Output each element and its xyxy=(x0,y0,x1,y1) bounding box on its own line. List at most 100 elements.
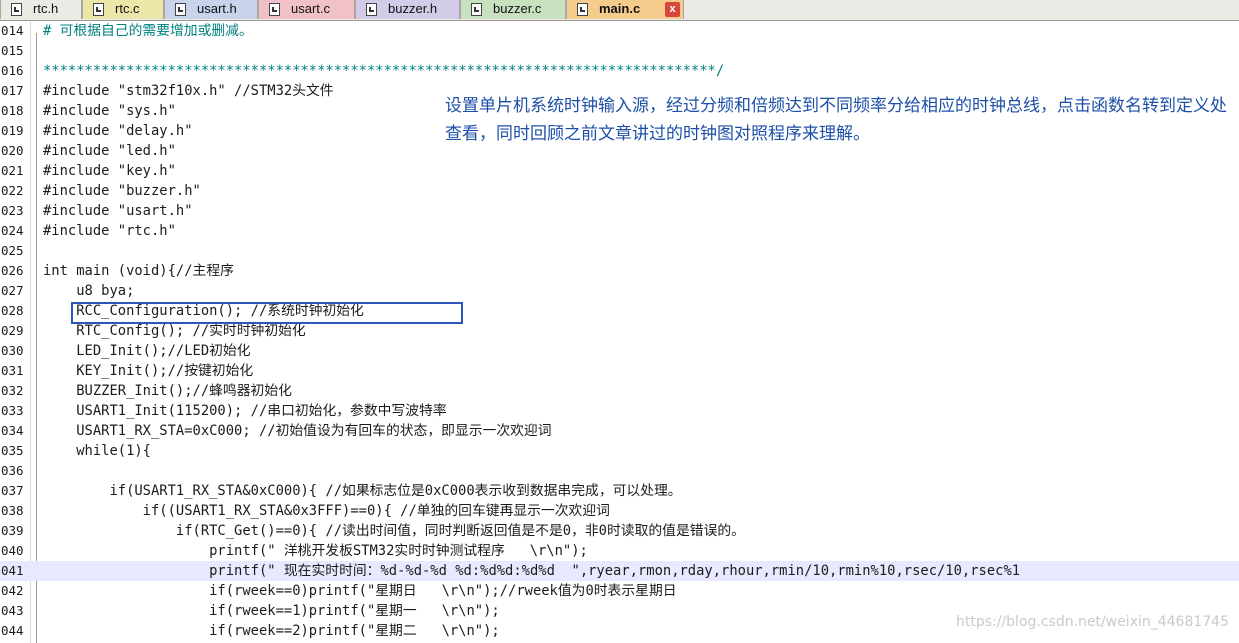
code-text: while(1){ xyxy=(43,443,151,459)
code-line[interactable]: 027 u8 bya; xyxy=(0,281,1239,301)
code-line[interactable]: 037 if(USART1_RX_STA&0xC000){ //如果标志位是0x… xyxy=(0,481,1239,501)
code-text: RTC_Config(); //实时时钟初始化 xyxy=(43,323,306,339)
tab-rtc-c[interactable]: rtc.c xyxy=(82,0,164,19)
file-icon xyxy=(269,3,280,16)
code-text: if((USART1_RX_STA&0x3FFF)==0){ //单独的回车键再… xyxy=(43,503,610,519)
file-icon xyxy=(93,3,104,16)
code-line[interactable]: 036 xyxy=(0,461,1239,481)
tab-label: rtc.h xyxy=(33,1,59,16)
line-number: 033 xyxy=(1,403,24,418)
line-number: 044 xyxy=(1,623,24,638)
line-number: 031 xyxy=(1,363,24,378)
code-text: LED_Init();//LED初始化 xyxy=(43,343,251,359)
code-text: if(rweek==1)printf("星期一 \r\n"); xyxy=(43,603,500,619)
watermark: https://blog.csdn.net/weixin_44681745 xyxy=(955,614,1229,630)
line-number: 028 xyxy=(1,303,24,318)
code-line[interactable]: 015 xyxy=(0,41,1239,61)
code-text: USART1_RX_STA=0xC000; //初始值设为有回车的状态，即显示一… xyxy=(43,423,552,439)
file-icon xyxy=(366,3,377,16)
code-text: ****************************************… xyxy=(43,63,725,79)
code-line[interactable]: 039 if(RTC_Get()==0){ //读出时间值，同时判断返回值是不是… xyxy=(0,521,1239,541)
tab-main-c[interactable]: main.c x xyxy=(566,0,684,19)
line-number: 040 xyxy=(1,543,24,558)
code-line[interactable]: 016 *************************************… xyxy=(0,61,1239,81)
line-number: 035 xyxy=(1,443,24,458)
code-line[interactable]: 030 LED_Init();//LED初始化 xyxy=(0,341,1239,361)
line-number: 016 xyxy=(1,63,24,78)
tab-label: buzzer.h xyxy=(388,1,438,16)
tab-label: buzzer.c xyxy=(493,1,542,16)
code-line[interactable]: 032 BUZZER_Init();//蜂鸣器初始化 xyxy=(0,381,1239,401)
line-number: 036 xyxy=(1,463,24,478)
tab-usart-c[interactable]: usart.c xyxy=(258,0,355,19)
code-line[interactable]: 024 #include "rtc.h" xyxy=(0,221,1239,241)
code-line[interactable]: 022 #include "buzzer.h" xyxy=(0,181,1239,201)
line-number: 030 xyxy=(1,343,24,358)
code-line[interactable]: 029 RTC_Config(); //实时时钟初始化 xyxy=(0,321,1239,341)
line-number: 025 xyxy=(1,243,24,258)
code-text: #include "buzzer.h" xyxy=(43,183,201,199)
line-number: 014 xyxy=(1,23,24,38)
line-number: 022 xyxy=(1,183,24,198)
code-line[interactable]: 031 KEY_Init();//按键初始化 xyxy=(0,361,1239,381)
code-line[interactable]: 040 printf(" 洋桃开发板STM32实时时钟测试程序 \r\n"); xyxy=(0,541,1239,561)
code-text: #include "usart.h" xyxy=(43,203,193,219)
tab-buzzer-h[interactable]: buzzer.h xyxy=(355,0,460,19)
tab-label: usart.h xyxy=(197,1,237,16)
code-text: #include "delay.h" xyxy=(43,123,193,139)
tab-usart-h[interactable]: usart.h xyxy=(164,0,258,19)
code-text: BUZZER_Init();//蜂鸣器初始化 xyxy=(43,383,292,399)
line-number: 038 xyxy=(1,503,24,518)
tab-label: usart.c xyxy=(291,1,331,16)
line-number: 024 xyxy=(1,223,24,238)
code-text: printf(" 洋桃开发板STM32实时时钟测试程序 \r\n"); xyxy=(43,543,588,559)
code-text: #include "sys.h" xyxy=(43,103,176,119)
line-number: 029 xyxy=(1,323,24,338)
code-line[interactable]: 014 # 可根据自己的需要增加或删减。 xyxy=(0,21,1239,41)
line-number: 043 xyxy=(1,603,24,618)
code-line[interactable]: 038 if((USART1_RX_STA&0x3FFF)==0){ //单独的… xyxy=(0,501,1239,521)
line-number: 020 xyxy=(1,143,24,158)
code-text: if(USART1_RX_STA&0xC000){ //如果标志位是0xC000… xyxy=(43,483,682,499)
code-line[interactable]: 023 #include "usart.h" xyxy=(0,201,1239,221)
line-number: 039 xyxy=(1,523,24,538)
code-text: # 可根据自己的需要增加或删减。 xyxy=(43,23,253,39)
code-line[interactable]: 033 USART1_Init(115200); //串口初始化，参数中写波特率 xyxy=(0,401,1239,421)
code-text: int main (void){//主程序 xyxy=(43,263,234,279)
tab-buzzer-c[interactable]: buzzer.c xyxy=(460,0,566,19)
line-number: 034 xyxy=(1,423,24,438)
code-text: KEY_Init();//按键初始化 xyxy=(43,363,254,379)
code-text: #include "stm32f10x.h" //STM32头文件 xyxy=(43,83,334,99)
tab-label: main.c xyxy=(599,1,641,16)
code-line[interactable]: 035 while(1){ xyxy=(0,441,1239,461)
code-text: #include "key.h" xyxy=(43,163,176,179)
code-text: #include "led.h" xyxy=(43,143,176,159)
file-icon xyxy=(11,3,22,16)
code-line[interactable]: 025 xyxy=(0,241,1239,261)
code-text: #include "rtc.h" xyxy=(43,223,176,239)
line-number: 017 xyxy=(1,83,24,98)
code-text: u8 bya; xyxy=(43,283,135,299)
line-number: 015 xyxy=(1,43,24,58)
code-line[interactable]: 041 printf(" 现在实时时间：%d-%d-%d %d:%d%d:%d%… xyxy=(0,561,1239,581)
line-number: 026 xyxy=(1,263,24,278)
line-number: 041 xyxy=(1,563,24,578)
line-number: 037 xyxy=(1,483,24,498)
code-line[interactable]: 026 int main (void){//主程序 xyxy=(0,261,1239,281)
code-line[interactable]: 042 if(rweek==0)printf("星期日 \r\n");//rwe… xyxy=(0,581,1239,601)
code-line[interactable]: 021 #include "key.h" xyxy=(0,161,1239,181)
file-icon xyxy=(175,3,186,16)
code-text: if(rweek==0)printf("星期日 \r\n");//rweek值为… xyxy=(43,583,677,599)
code-text: if(RTC_Get()==0){ //读出时间值，同时判断返回值是不是0，非0… xyxy=(43,523,745,539)
highlight-box xyxy=(71,302,463,324)
file-tab-bar: rtc.h rtc.c usart.h usart.c buzzer.h buz… xyxy=(0,0,1239,21)
tab-rtc-h[interactable]: rtc.h xyxy=(0,0,82,19)
code-line[interactable]: 034 USART1_RX_STA=0xC000; //初始值设为有回车的状态，… xyxy=(0,421,1239,441)
line-number: 042 xyxy=(1,583,24,598)
line-number: 018 xyxy=(1,103,24,118)
close-icon[interactable]: x xyxy=(665,2,680,17)
file-icon xyxy=(471,3,482,16)
tab-label: rtc.c xyxy=(115,1,140,16)
line-number: 027 xyxy=(1,283,24,298)
line-number: 019 xyxy=(1,123,24,138)
